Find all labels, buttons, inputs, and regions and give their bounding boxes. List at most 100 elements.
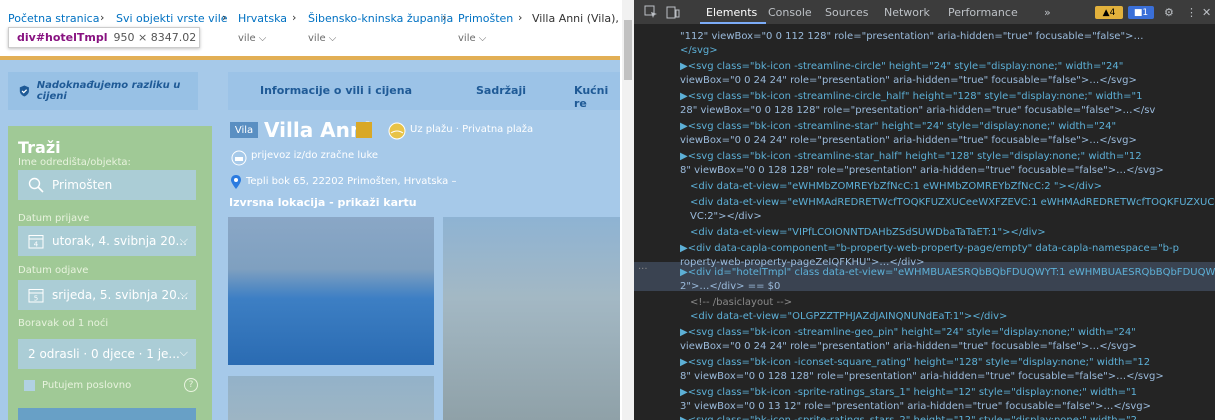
dom-tree-line[interactable]: <div data-et-view="OLGPZZTPHJAZdJAINQNUN… bbox=[690, 310, 1007, 324]
scrollbar-thumb[interactable] bbox=[624, 20, 632, 80]
stay-length-label: Boravak od 1 noći bbox=[18, 318, 109, 329]
search-button[interactable] bbox=[18, 408, 196, 420]
dom-tree-line[interactable]: ▶<svg class="bk-icon -sprite-ratings_sta… bbox=[680, 414, 1137, 420]
breadcrumb-sub[interactable]: vile ⌵ bbox=[458, 33, 486, 44]
dom-tree-line[interactable]: ▶<svg class="bk-icon -streamline-geo_pin… bbox=[680, 326, 1136, 340]
property-photo-terrace[interactable] bbox=[228, 376, 434, 420]
beach-icon bbox=[388, 122, 406, 140]
more-tabs-button[interactable]: » bbox=[1044, 6, 1051, 19]
inspector-tooltip: div#hotelTmpl 950 × 8347.02 bbox=[8, 27, 200, 48]
airport-transfer-info: prijevoz iz/do zračne luke bbox=[251, 150, 379, 161]
dom-tree-line[interactable]: ▶<svg class="bk-icon -streamline-star_ha… bbox=[680, 150, 1142, 164]
dom-tree-line[interactable]: 8" viewBox="0 0 128 128" role="presentat… bbox=[680, 370, 1164, 384]
business-checkbox[interactable] bbox=[24, 380, 35, 391]
device-toggle-icon[interactable] bbox=[666, 5, 680, 19]
breadcrumb-sub[interactable]: vile ⌵ bbox=[238, 33, 266, 44]
help-icon[interactable]: ? bbox=[184, 378, 198, 392]
breadcrumb-separator: › bbox=[292, 11, 297, 24]
dom-tree-line[interactable]: <div data-et-view="eWHMAdREDRETWcfTOQKFU… bbox=[690, 196, 1215, 210]
destination-value: Primošten bbox=[52, 178, 113, 192]
dom-tree-line[interactable]: ▶<svg class="bk-icon -streamline-circle"… bbox=[680, 60, 1123, 74]
breadcrumb-separator: › bbox=[222, 11, 227, 24]
gear-icon[interactable]: ⚙ bbox=[1164, 6, 1174, 19]
price-match-banner[interactable]: Nadoknađujemo razliku u cijeni bbox=[8, 72, 198, 110]
breadcrumb-separator: › bbox=[518, 11, 523, 24]
dom-tree-line[interactable]: <div data-et-view="eWHMbZOMREYbZfNcC:1 e… bbox=[690, 180, 1102, 194]
price-match-text: Nadoknađujemo razliku u cijeni bbox=[36, 80, 181, 102]
show-map-link[interactable]: Izvrsna lokacija - prikaži kartu bbox=[229, 196, 417, 209]
tab-facilities[interactable]: Sadržaji bbox=[476, 84, 526, 97]
dom-tree-line[interactable]: viewBox="0 0 24 24" role="presentation" … bbox=[680, 134, 1137, 148]
thumbs-up-icon bbox=[356, 122, 372, 138]
chevron-down-icon: ⌵ bbox=[179, 346, 188, 359]
checkin-label: Datum prijave bbox=[18, 213, 90, 224]
checkin-date-picker[interactable]: 4 utorak, 4. svibnja 20... ⌵ bbox=[18, 226, 196, 256]
close-icon[interactable]: ✕ bbox=[1202, 6, 1211, 19]
breadcrumb-sub[interactable]: vile ⌵ bbox=[308, 33, 336, 44]
tooltip-selector: div#hotelTmpl bbox=[17, 31, 108, 44]
dom-tree-line[interactable]: 8" viewBox="0 0 128 128" role="presentat… bbox=[680, 164, 1164, 178]
destination-label: Ime odredišta/objekta: bbox=[18, 157, 131, 168]
screen: Početna stranica › Svi objekti vrste vil… bbox=[0, 0, 1215, 420]
guests-select[interactable]: 2 odrasli · 0 djece · 1 je... ⌵ bbox=[18, 339, 196, 369]
kebab-menu-icon[interactable]: ⋮ bbox=[1186, 6, 1197, 19]
search-heading: Traži bbox=[18, 138, 61, 157]
tab-info-price[interactable]: Informacije o vili i cijena bbox=[260, 84, 412, 97]
tab-performance[interactable]: Performance bbox=[948, 6, 1018, 19]
dom-tree-line[interactable]: VC:2"></div> bbox=[690, 210, 762, 224]
dom-tree-line[interactable]: ▶<svg class="bk-icon -streamline-star" h… bbox=[680, 120, 1116, 134]
info-badge[interactable]: ■ 1 bbox=[1128, 6, 1154, 19]
tab-house-rules[interactable]: Kućni re bbox=[574, 84, 620, 110]
breadcrumb-separator: › bbox=[100, 11, 105, 24]
dom-tree-line[interactable]: ▶<div id="hotelTmpl" class data-et-view=… bbox=[680, 266, 1215, 280]
active-tab-indicator bbox=[700, 22, 766, 24]
property-photo-pool[interactable] bbox=[228, 217, 434, 365]
warnings-count: 4 bbox=[1109, 7, 1116, 18]
tab-sources[interactable]: Sources bbox=[825, 6, 869, 19]
breadcrumb-all-villas[interactable]: Svi objekti vrste vile bbox=[116, 12, 228, 25]
chevron-down-icon: ⌵ bbox=[179, 233, 188, 246]
business-travel-label: Putujem poslovno bbox=[42, 380, 132, 391]
destination-input[interactable]: Primošten bbox=[18, 170, 196, 200]
calendar-icon: 5 bbox=[28, 289, 44, 303]
dom-tree-line[interactable]: 2">…</div> == $0 bbox=[680, 280, 780, 294]
dom-tree-line[interactable]: ▶<svg class="bk-icon -sprite-ratings_sta… bbox=[680, 386, 1137, 400]
breadcrumb-country[interactable]: Hrvatska bbox=[238, 12, 287, 25]
dom-tree-line[interactable]: <!-- /basiclayout --> bbox=[690, 296, 792, 310]
breadcrumb-city[interactable]: Primošten bbox=[458, 12, 513, 25]
dom-tree-line[interactable]: 3" viewBox="0 0 13 12" role="presentatio… bbox=[680, 400, 1151, 414]
svg-text:5: 5 bbox=[34, 295, 38, 303]
search-icon bbox=[28, 177, 44, 193]
dom-tree-line[interactable]: ▶<div data-capla-component="b-property-w… bbox=[680, 242, 1179, 256]
tab-console[interactable]: Console bbox=[768, 6, 812, 19]
beach-info: Uz plažu · Privatna plaža bbox=[410, 124, 534, 135]
breadcrumb-region[interactable]: Šibensko-kninska županija bbox=[308, 12, 453, 25]
inspect-element-icon[interactable] bbox=[644, 5, 658, 19]
info-count: 1 bbox=[1142, 7, 1149, 18]
dom-tree-line[interactable]: ▶<svg class="bk-icon -iconset-square_rat… bbox=[680, 356, 1150, 370]
svg-text:4: 4 bbox=[34, 241, 39, 249]
tab-network[interactable]: Network bbox=[884, 6, 930, 19]
browser-viewport: Početna stranica › Svi objekti vrste vil… bbox=[0, 0, 620, 420]
property-photo-house[interactable] bbox=[443, 217, 620, 420]
dom-tree-line[interactable]: <div data-et-view="VIPfLCOIONNTDAHbZSdSU… bbox=[690, 226, 1046, 240]
checkout-date-picker[interactable]: 5 srijeda, 5. svibnja 20... ⌵ bbox=[18, 280, 196, 310]
dom-tree-line[interactable]: "112" viewBox="0 0 112 128" role="presen… bbox=[680, 30, 1143, 44]
breadcrumb-home[interactable]: Početna stranica bbox=[8, 12, 99, 25]
dom-tree-line[interactable]: ▶<svg class="bk-icon -streamline-circle_… bbox=[680, 90, 1142, 104]
dom-tree-line[interactable]: 28" viewBox="0 0 128 128" role="presenta… bbox=[680, 104, 1155, 118]
breadcrumb-separator: › bbox=[442, 11, 447, 24]
dom-tree-line[interactable]: viewBox="0 0 24 24" role="presentation" … bbox=[680, 340, 1137, 354]
checkout-label: Datum odjave bbox=[18, 265, 89, 276]
more-icon[interactable]: ··· bbox=[638, 264, 648, 275]
warnings-badge[interactable]: ▲ 4 bbox=[1095, 6, 1123, 19]
car-icon bbox=[231, 150, 247, 166]
breadcrumb-current: Villa Anni (Vila), p bbox=[532, 12, 620, 25]
dom-tree-line[interactable]: viewBox="0 0 24 24" role="presentation" … bbox=[680, 74, 1137, 88]
chevron-down-icon: ⌵ bbox=[179, 287, 188, 300]
shield-check-icon bbox=[19, 85, 29, 97]
dom-tree-line[interactable]: </svg> bbox=[680, 44, 718, 58]
property-type-badge: Vila bbox=[230, 122, 258, 138]
checkout-value: srijeda, 5. svibnja 20... bbox=[52, 288, 189, 302]
tab-elements[interactable]: Elements bbox=[706, 6, 757, 19]
